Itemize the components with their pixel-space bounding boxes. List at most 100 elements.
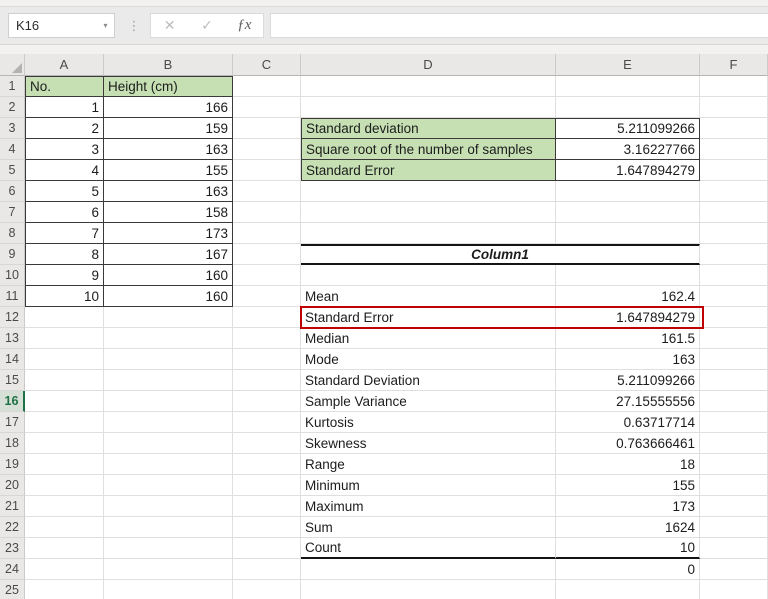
cell-D6[interactable] — [301, 181, 556, 202]
cell-C15[interactable] — [233, 370, 301, 391]
cell-B22[interactable] — [104, 517, 233, 538]
cell-A16[interactable] — [25, 391, 104, 412]
cell-C7[interactable] — [233, 202, 301, 223]
cell-F8[interactable] — [700, 223, 768, 244]
row-header-3[interactable]: 3 — [0, 118, 25, 139]
cell-F17[interactable] — [700, 412, 768, 433]
cell-E11[interactable]: 162.4 — [556, 286, 700, 307]
cell-F14[interactable] — [700, 349, 768, 370]
column-header-A[interactable]: A — [25, 54, 104, 76]
cell-A12[interactable] — [25, 307, 104, 328]
cell-C22[interactable] — [233, 517, 301, 538]
cell-E19[interactable]: 18 — [556, 454, 700, 475]
cell-E6[interactable] — [556, 181, 700, 202]
cell-E2[interactable] — [556, 97, 700, 118]
cell-C10[interactable] — [233, 265, 301, 286]
cell-F25[interactable] — [700, 580, 768, 599]
cell-D10[interactable] — [301, 265, 556, 286]
cell-C19[interactable] — [233, 454, 301, 475]
cell-B10[interactable]: 160 — [104, 265, 233, 286]
cell-F4[interactable] — [700, 139, 768, 160]
formula-input[interactable] — [270, 13, 768, 38]
cell-C18[interactable] — [233, 433, 301, 454]
cell-A20[interactable] — [25, 475, 104, 496]
row-header-20[interactable]: 20 — [0, 475, 25, 496]
row-header-8[interactable]: 8 — [0, 223, 25, 244]
cell-B21[interactable] — [104, 496, 233, 517]
cell-D20[interactable]: Minimum — [301, 475, 556, 496]
cell-D5[interactable]: Standard Error — [301, 160, 556, 181]
cell-B19[interactable] — [104, 454, 233, 475]
cell-B9[interactable]: 167 — [104, 244, 233, 265]
cell-D21[interactable]: Maximum — [301, 496, 556, 517]
cell-A23[interactable] — [25, 538, 104, 559]
cell-C12[interactable] — [233, 307, 301, 328]
row-header-2[interactable]: 2 — [0, 97, 25, 118]
cell-B6[interactable]: 163 — [104, 181, 233, 202]
cell-D2[interactable] — [301, 97, 556, 118]
row-header-18[interactable]: 18 — [0, 433, 25, 454]
cell-F21[interactable] — [700, 496, 768, 517]
cell-C8[interactable] — [233, 223, 301, 244]
column-header-E[interactable]: E — [556, 54, 700, 76]
cell-A19[interactable] — [25, 454, 104, 475]
cell-F13[interactable] — [700, 328, 768, 349]
cell-B20[interactable] — [104, 475, 233, 496]
cell-A3[interactable]: 2 — [25, 118, 104, 139]
cell-C13[interactable] — [233, 328, 301, 349]
cell-E13[interactable]: 161.5 — [556, 328, 700, 349]
cell-E1[interactable] — [556, 76, 700, 97]
cell-D9[interactable]: Column1 — [301, 244, 700, 265]
cell-B25[interactable] — [104, 580, 233, 599]
cell-B13[interactable] — [104, 328, 233, 349]
cell-B23[interactable] — [104, 538, 233, 559]
cell-D3[interactable]: Standard deviation — [301, 118, 556, 139]
cell-E21[interactable]: 173 — [556, 496, 700, 517]
cell-D4[interactable]: Square root of the number of samples — [301, 139, 556, 160]
row-header-24[interactable]: 24 — [0, 559, 25, 580]
cell-F7[interactable] — [700, 202, 768, 223]
cell-C24[interactable] — [233, 559, 301, 580]
cell-F24[interactable] — [700, 559, 768, 580]
cancel-icon[interactable]: ✕ — [155, 17, 185, 34]
cell-D16[interactable]: Sample Variance — [301, 391, 556, 412]
cell-C6[interactable] — [233, 181, 301, 202]
cell-B11[interactable]: 160 — [104, 286, 233, 307]
cell-C14[interactable] — [233, 349, 301, 370]
cell-D1[interactable] — [301, 76, 556, 97]
cell-C2[interactable] — [233, 97, 301, 118]
name-box[interactable] — [9, 14, 97, 37]
row-header-10[interactable]: 10 — [0, 265, 25, 286]
row-header-12[interactable]: 12 — [0, 307, 25, 328]
cell-F22[interactable] — [700, 517, 768, 538]
row-header-25[interactable]: 25 — [0, 580, 25, 599]
enter-icon[interactable]: ✓ — [192, 17, 222, 34]
cell-F2[interactable] — [700, 97, 768, 118]
cell-A5[interactable]: 4 — [25, 160, 104, 181]
cell-B1[interactable]: Height (cm) — [104, 76, 233, 97]
row-header-16[interactable]: 16 — [0, 391, 25, 412]
cell-A10[interactable]: 9 — [25, 265, 104, 286]
insert-function-icon[interactable]: ƒx — [229, 17, 259, 34]
cell-F16[interactable] — [700, 391, 768, 412]
cell-F15[interactable] — [700, 370, 768, 391]
cell-D7[interactable] — [301, 202, 556, 223]
cell-E18[interactable]: 0.763666461 — [556, 433, 700, 454]
cell-F18[interactable] — [700, 433, 768, 454]
cell-C11[interactable] — [233, 286, 301, 307]
cell-F9[interactable] — [700, 244, 768, 265]
row-header-7[interactable]: 7 — [0, 202, 25, 223]
cell-A21[interactable] — [25, 496, 104, 517]
cell-D19[interactable]: Range — [301, 454, 556, 475]
cell-C9[interactable] — [233, 244, 301, 265]
cell-D14[interactable]: Mode — [301, 349, 556, 370]
cell-E4[interactable]: 3.16227766 — [556, 139, 700, 160]
cell-E20[interactable]: 155 — [556, 475, 700, 496]
cell-A24[interactable] — [25, 559, 104, 580]
cell-A8[interactable]: 7 — [25, 223, 104, 244]
name-box-dropdown-icon[interactable]: ▾ — [97, 14, 114, 37]
row-header-5[interactable]: 5 — [0, 160, 25, 181]
cell-F11[interactable] — [700, 286, 768, 307]
cell-C20[interactable] — [233, 475, 301, 496]
cell-B3[interactable]: 159 — [104, 118, 233, 139]
